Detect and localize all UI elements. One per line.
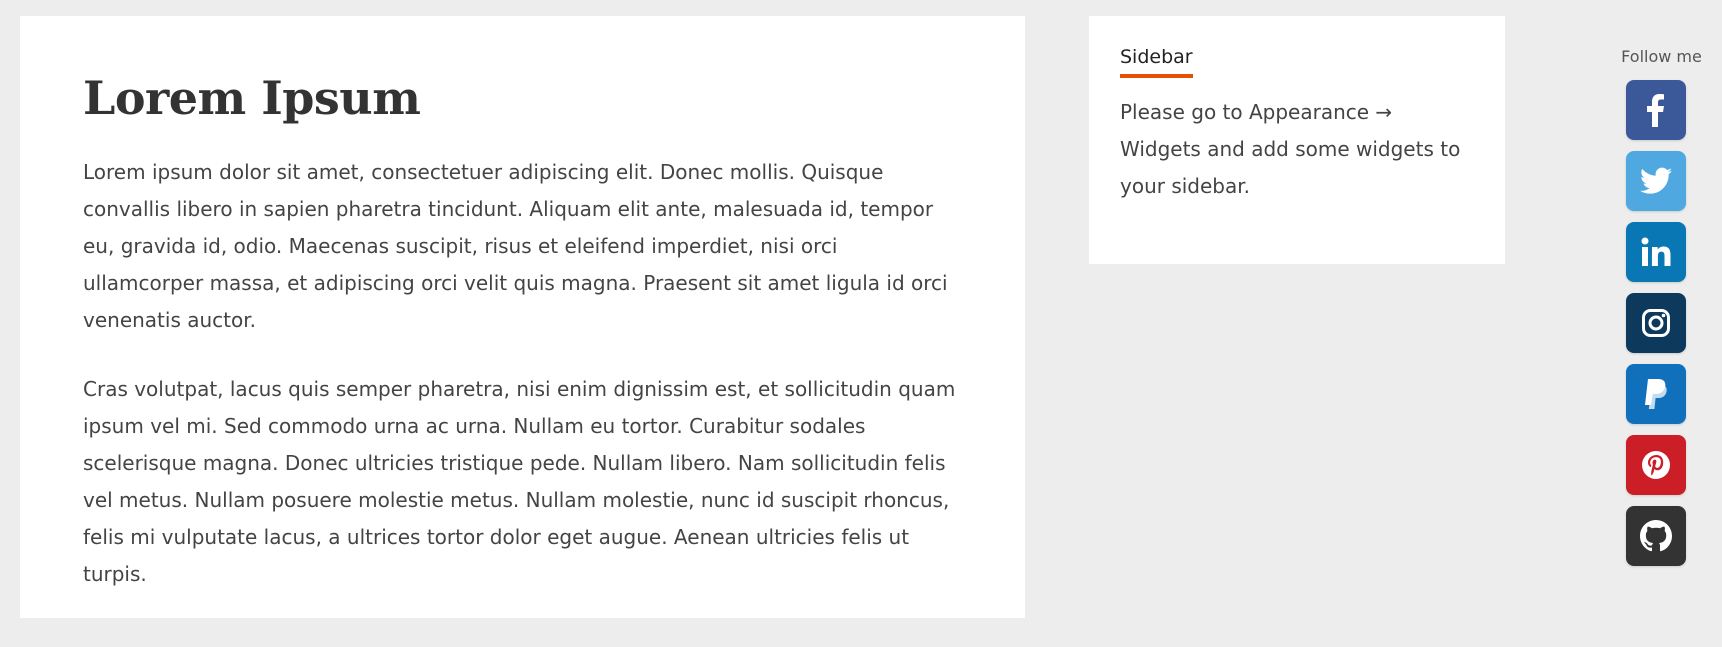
- instagram-icon: [1642, 309, 1670, 337]
- social-list: [1605, 80, 1710, 566]
- facebook-icon: [1647, 94, 1664, 127]
- article-paragraph: Lorem ipsum dolor sit amet, consectetuer…: [83, 160, 948, 332]
- pinterest-icon: [1642, 451, 1670, 479]
- facebook-button[interactable]: [1626, 80, 1686, 140]
- paypal-icon: [1645, 379, 1667, 409]
- twitter-icon: [1640, 167, 1672, 194]
- instagram-button[interactable]: [1626, 293, 1686, 353]
- github-icon: [1640, 520, 1672, 552]
- sidebar-title: Sidebar: [1120, 44, 1193, 78]
- social-follow: Follow me: [1605, 44, 1710, 577]
- github-button[interactable]: [1626, 506, 1686, 566]
- sidebar-widget: Sidebar Please go to Appearance → Widget…: [1089, 16, 1505, 264]
- article-title: Lorem Ipsum: [83, 71, 421, 125]
- linkedin-icon: [1641, 237, 1671, 266]
- article-paragraph: Cras volutpat, lacus quis semper pharetr…: [83, 377, 956, 586]
- sidebar-text: Please go to Appearance → Widgets and ad…: [1120, 100, 1461, 198]
- paypal-button[interactable]: [1626, 364, 1686, 424]
- follow-label: Follow me: [1621, 47, 1702, 66]
- linkedin-button[interactable]: [1626, 222, 1686, 282]
- pinterest-button[interactable]: [1626, 435, 1686, 495]
- main-article: Lorem Ipsum Lorem ipsum dolor sit amet, …: [20, 16, 1025, 618]
- twitter-button[interactable]: [1626, 151, 1686, 211]
